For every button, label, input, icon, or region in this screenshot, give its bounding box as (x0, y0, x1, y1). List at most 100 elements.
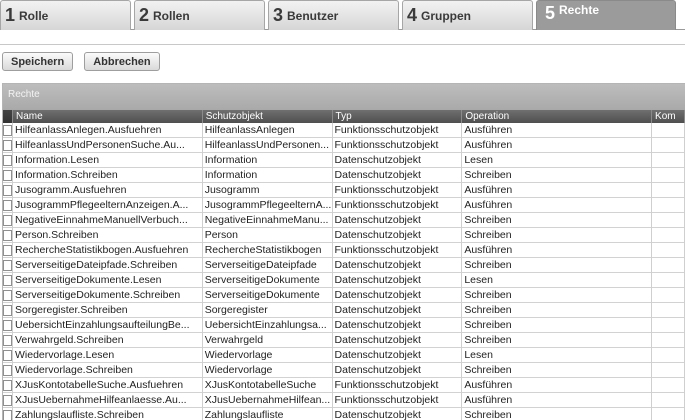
table-row[interactable]: Verwahrgeld.Schreiben Verwahrgeld Datensch… (3, 333, 685, 348)
table-row[interactable]: XJusKontotabelleSuche.Ausfuehren XJusKont… (3, 378, 685, 393)
row-select-cell (3, 318, 13, 333)
row-checkbox[interactable] (3, 395, 12, 406)
table-row[interactable]: ServerseitigeDokumente.Lesen Serverseitig… (3, 273, 685, 288)
cell-name: Information.Schreiben (13, 168, 203, 183)
row-checkbox[interactable] (3, 320, 12, 331)
table-row[interactable]: Jusogramm.Ausfuehren Jusogramm Funktionssc… (3, 183, 685, 198)
cell-typ: Datenschutzobjekt (333, 273, 463, 288)
cell-typ: Datenschutzobjekt (333, 408, 463, 420)
table-row[interactable]: JusogrammPflegeelternAnzeigen.A... Jusogr… (3, 198, 685, 213)
cell-schutzobjekt: Wiedervorlage (203, 363, 333, 378)
row-checkbox[interactable] (3, 200, 12, 211)
table-row[interactable]: UebersichtEinzahlungsaufteilungBe... Uebe… (3, 318, 685, 333)
cell-schutzobjekt: Information (203, 168, 333, 183)
table-row[interactable]: XJusUebernahmeHilfeanlaesse.Au... XJusUeb… (3, 393, 685, 408)
column-header-schutzobjekt[interactable]: Schutzobjekt (203, 110, 333, 123)
row-checkbox[interactable] (3, 185, 12, 196)
cell-schutzobjekt: HilfeanlassUndPersonen... (203, 138, 333, 153)
cell-typ: Datenschutzobjekt (333, 303, 463, 318)
cell-typ: Datenschutzobjekt (333, 213, 463, 228)
tab-label: Rolle (19, 8, 49, 23)
row-select-cell (3, 198, 13, 213)
table-row[interactable]: ServerseitigeDateipfade.Schreiben Servers… (3, 258, 685, 273)
column-header-name[interactable]: Name (13, 110, 203, 123)
tab-number: 4 (407, 5, 418, 25)
cell-kommentar (652, 228, 685, 243)
cell-name: Person.Schreiben (13, 228, 203, 243)
row-checkbox[interactable] (3, 125, 12, 136)
row-checkbox[interactable] (3, 290, 12, 301)
cell-typ: Datenschutzobjekt (333, 228, 463, 243)
column-header-operation[interactable]: Operation (462, 110, 653, 123)
row-select-cell (3, 138, 13, 153)
tab-rechte[interactable]: 5 Rechte (536, 0, 676, 30)
column-header-kommentar[interactable]: Kom (652, 110, 685, 123)
tab-rolle[interactable]: 1 Rolle (0, 0, 131, 30)
row-checkbox[interactable] (3, 275, 12, 286)
cell-typ: Datenschutzobjekt (333, 168, 463, 183)
cell-name: XJusUebernahmeHilfeanlaesse.Au... (13, 393, 203, 408)
cell-schutzobjekt: UebersichtEinzahlungsa... (203, 318, 333, 333)
row-select-cell (3, 258, 13, 273)
row-checkbox[interactable] (3, 140, 12, 151)
row-select-cell (3, 228, 13, 243)
row-checkbox[interactable] (3, 305, 12, 316)
row-select-cell (3, 183, 13, 198)
table-row[interactable]: Sorgeregister.Schreiben Sorgeregister Date… (3, 303, 685, 318)
table-row[interactable]: ServerseitigeDokumente.Schreiben Serverse… (3, 288, 685, 303)
row-select-cell (3, 363, 13, 378)
cell-name: Jusogramm.Ausfuehren (13, 183, 203, 198)
table-row[interactable]: Zahlungslaufliste.Schreiben Zahlungslaufl… (3, 408, 685, 420)
row-checkbox[interactable] (3, 170, 12, 181)
cell-operation: Ausführen (462, 123, 653, 138)
cell-schutzobjekt: ServerseitigeDateipfade (203, 258, 333, 273)
row-checkbox[interactable] (3, 230, 12, 241)
cell-operation: Schreiben (462, 333, 653, 348)
panel-title: Rechte (3, 84, 685, 110)
table-row[interactable]: HilfeanlassAnlegen.Ausfuehren Hilfeanlass… (3, 123, 685, 138)
tab-gruppen[interactable]: 4 Gruppen (402, 0, 533, 30)
cell-schutzobjekt: RechercheStatistikbogen (203, 243, 333, 258)
column-header-typ[interactable]: Typ (333, 110, 463, 123)
table-row[interactable]: RechercheStatistikbogen.Ausfuehren Recher… (3, 243, 685, 258)
table-row[interactable]: Wiedervorlage.Lesen Wiedervorlage Datensch… (3, 348, 685, 363)
save-button[interactable]: Speichern (2, 52, 74, 71)
table-row[interactable]: Information.Lesen Information Datenschutzo… (3, 153, 685, 168)
row-checkbox[interactable] (3, 410, 12, 420)
row-select-cell (3, 303, 13, 318)
cell-operation: Lesen (462, 348, 653, 363)
table-row[interactable]: HilfeanlassUndPersonenSuche.Au... Hilfean… (3, 138, 685, 153)
row-checkbox[interactable] (3, 365, 12, 376)
cell-typ: Datenschutzobjekt (333, 153, 463, 168)
tab-number: 3 (273, 5, 284, 25)
cell-operation: Ausführen (462, 243, 653, 258)
table-row[interactable]: Wiedervorlage.Schreiben Wiedervorlage Date… (3, 363, 685, 378)
row-checkbox[interactable] (3, 245, 12, 256)
table-row[interactable]: Information.Schreiben Information Datensch… (3, 168, 685, 183)
cell-operation: Ausführen (462, 198, 653, 213)
tab-benutzer[interactable]: 3 Benutzer (268, 0, 399, 30)
tab-label: Rechte (559, 3, 600, 17)
tab-rollen[interactable]: 2 Rollen (134, 0, 265, 30)
row-checkbox[interactable] (3, 350, 12, 361)
row-checkbox[interactable] (3, 215, 12, 226)
row-checkbox[interactable] (3, 335, 12, 346)
cell-operation: Schreiben (462, 288, 653, 303)
toolbar-divider (0, 44, 685, 45)
row-select-cell (3, 213, 13, 228)
cell-name: XJusKontotabelleSuche.Ausfuehren (13, 378, 203, 393)
cell-kommentar (652, 183, 685, 198)
cell-typ: Datenschutzobjekt (333, 318, 463, 333)
cell-operation: Ausführen (462, 183, 653, 198)
toolbar: Speichern Abbrechen (0, 52, 160, 72)
cell-typ: Datenschutzobjekt (333, 258, 463, 273)
table-row[interactable]: NegativeEinnahmeManuellVerbuch... Negativ… (3, 213, 685, 228)
cell-name: ServerseitigeDokumente.Schreiben (13, 288, 203, 303)
row-checkbox[interactable] (3, 155, 12, 166)
row-checkbox[interactable] (3, 380, 12, 391)
header-select-column[interactable] (3, 110, 13, 123)
table-row[interactable]: Person.Schreiben Person Datenschutzobjekt S… (3, 228, 685, 243)
row-checkbox[interactable] (3, 260, 12, 271)
cancel-button[interactable]: Abbrechen (84, 52, 160, 71)
row-select-cell (3, 333, 13, 348)
